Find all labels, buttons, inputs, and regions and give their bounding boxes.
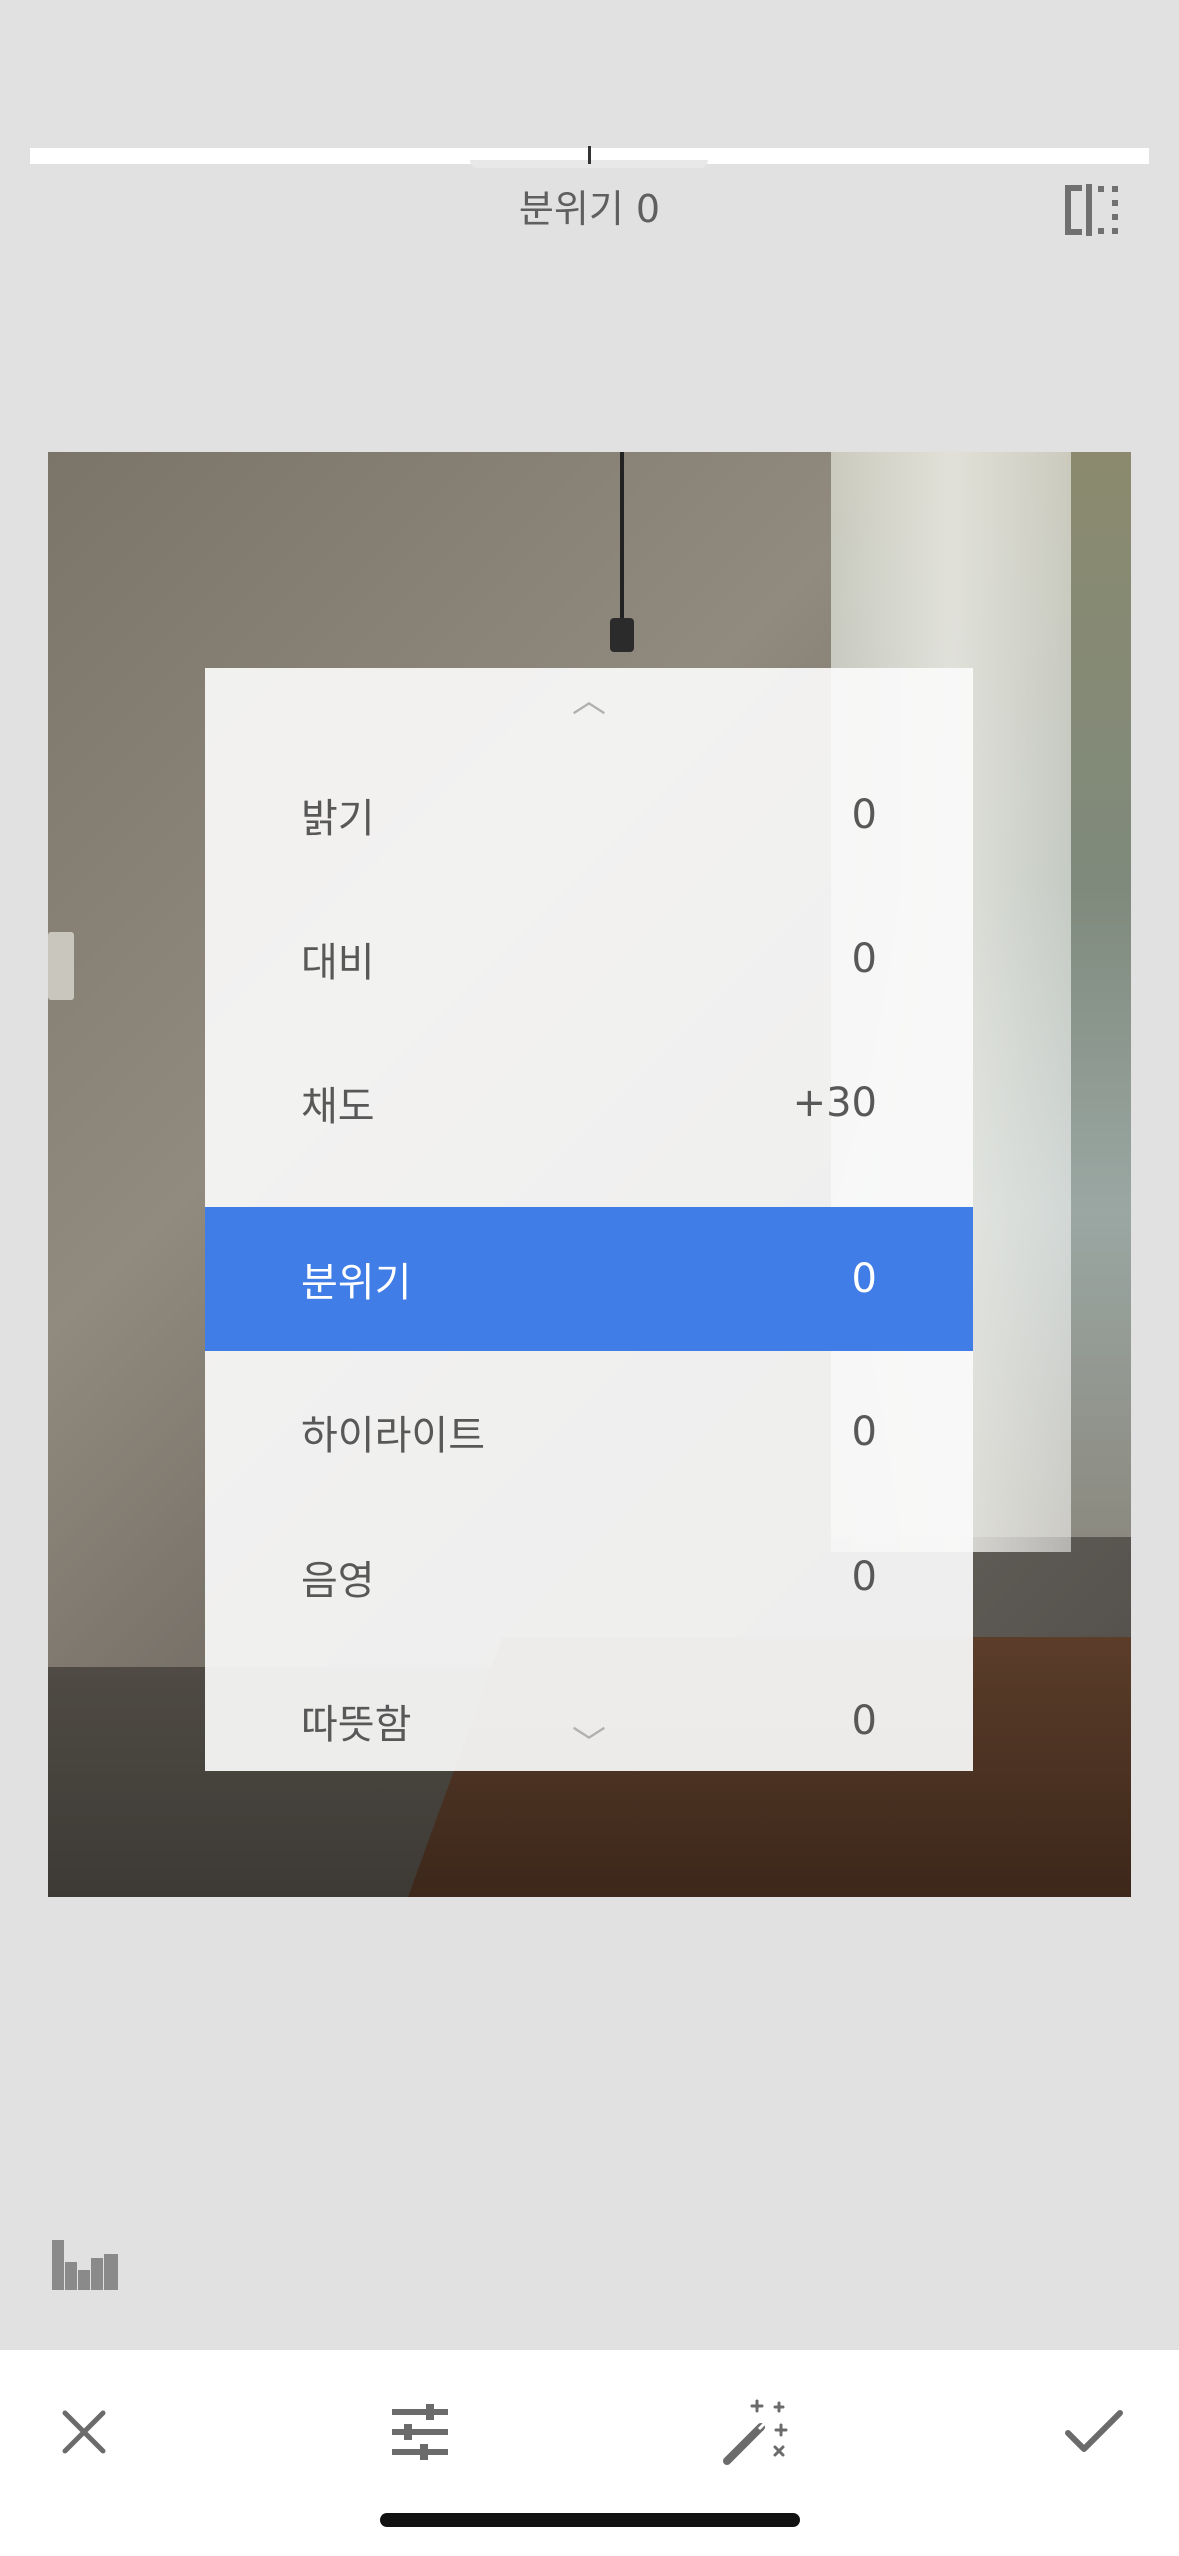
menu-item-label: 분위기 bbox=[301, 1260, 412, 1306]
compare-split-icon[interactable] bbox=[1062, 184, 1122, 236]
menu-item-highlights[interactable]: 하이라이트 0 bbox=[205, 1360, 973, 1504]
menu-item-ambiance-selected[interactable]: 분위기 0 bbox=[205, 1207, 973, 1351]
menu-item-saturation[interactable]: 채도 +30 bbox=[205, 1031, 973, 1175]
home-indicator bbox=[380, 2513, 800, 2527]
menu-item-value: 0 bbox=[851, 1256, 877, 1302]
adjustment-status-label: 분위기 0 bbox=[518, 187, 661, 231]
chevron-down-icon[interactable]: ﹀ bbox=[205, 1727, 973, 1761]
menu-item-label: 음영 bbox=[301, 1558, 375, 1604]
menu-item-label: 채도 bbox=[301, 1084, 375, 1130]
photo-lamp-bulb bbox=[610, 618, 634, 652]
slider-center-tick bbox=[588, 146, 591, 164]
menu-item-shadows[interactable]: 음영 0 bbox=[205, 1505, 973, 1649]
menu-item-label: 밝기 bbox=[301, 796, 375, 842]
photo-wall-switch bbox=[48, 932, 74, 1000]
menu-item-value: 0 bbox=[851, 1409, 877, 1455]
close-icon[interactable] bbox=[44, 2392, 124, 2472]
menu-item-warmth[interactable]: 따뜻함 0 bbox=[205, 1649, 973, 1793]
adjustment-menu[interactable]: ︿ 밝기 0 대비 0 채도 +30 하이라이트 0 분위기 0 음영 0 따뜻… bbox=[205, 668, 973, 1771]
photo-lamp-cord bbox=[620, 452, 624, 622]
menu-item-value: +30 bbox=[792, 1080, 877, 1126]
checkmark-icon[interactable] bbox=[1054, 2392, 1134, 2472]
menu-item-brightness[interactable]: 밝기 0 bbox=[205, 743, 973, 887]
menu-item-value: 0 bbox=[851, 792, 877, 838]
menu-item-label: 하이라이트 bbox=[301, 1413, 485, 1459]
menu-item-contrast[interactable]: 대비 0 bbox=[205, 887, 973, 1031]
menu-item-label: 대비 bbox=[301, 940, 375, 986]
menu-item-value: 0 bbox=[851, 1554, 877, 1600]
sliders-icon[interactable] bbox=[380, 2392, 460, 2472]
chevron-up-icon[interactable]: ︿ bbox=[205, 684, 973, 718]
magic-wand-icon[interactable] bbox=[716, 2392, 796, 2472]
histogram-icon[interactable] bbox=[52, 2240, 118, 2290]
menu-item-value: 0 bbox=[851, 936, 877, 982]
